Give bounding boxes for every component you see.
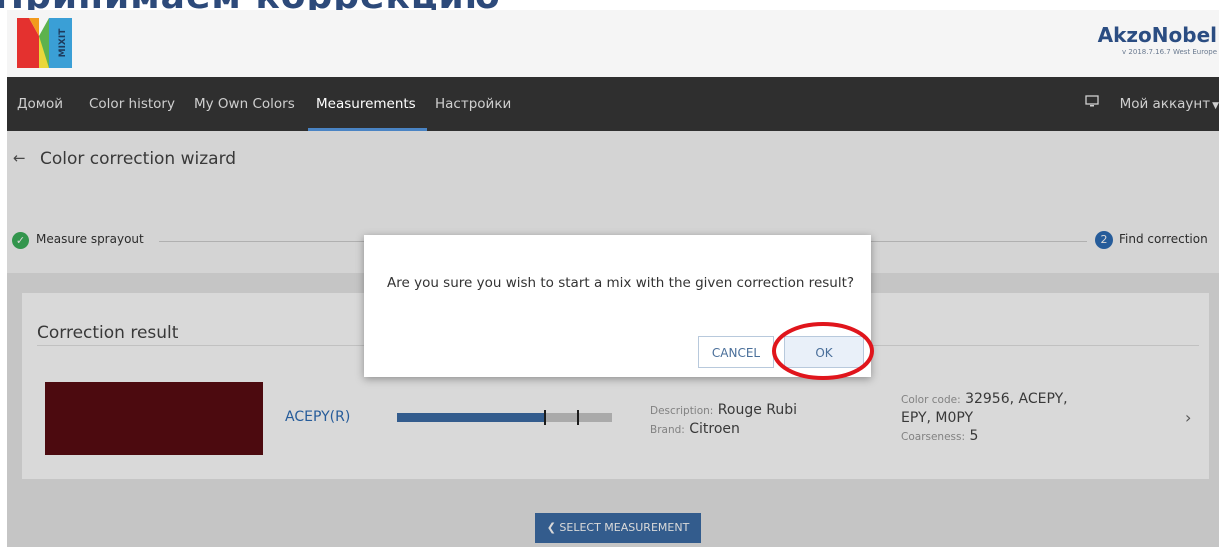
account-area: Мой аккаунт ▼ [1085, 77, 1219, 131]
app-version: v 2018.7.16.7 West Europe [1122, 48, 1217, 56]
highlight-circle [772, 322, 874, 380]
main-nav: Домой Color history My Own Colors Measur… [7, 77, 1219, 131]
app-header: MIXIT AkzoNobel v 2018.7.16.7 West Europ… [7, 10, 1219, 77]
brand-block: AkzoNobel v 2018.7.16.7 West Europe [1098, 23, 1217, 56]
nav-measurements[interactable]: Measurements [316, 77, 416, 131]
caret-down-icon[interactable]: ▼ [1212, 101, 1219, 111]
monitor-icon[interactable] [1085, 77, 1099, 131]
account-menu[interactable]: Мой аккаунт [1120, 96, 1211, 112]
logo-text: MIXIT [58, 28, 68, 58]
nav-home[interactable]: Домой [17, 77, 63, 131]
page-heading: Принимаем коррекцию [0, 0, 501, 10]
nav-color-history[interactable]: Color history [89, 77, 175, 131]
dialog-message: Are you sure you wish to start a mix wit… [387, 275, 855, 291]
brand-name: AkzoNobel [1097, 23, 1217, 47]
page-heading-strip: Принимаем коррекцию [0, 0, 1219, 10]
nav-my-own-colors[interactable]: My Own Colors [194, 77, 295, 131]
nav-settings[interactable]: Настройки [435, 77, 511, 131]
mixit-logo[interactable]: MIXIT [17, 18, 72, 68]
cancel-button[interactable]: CANCEL [698, 336, 774, 368]
